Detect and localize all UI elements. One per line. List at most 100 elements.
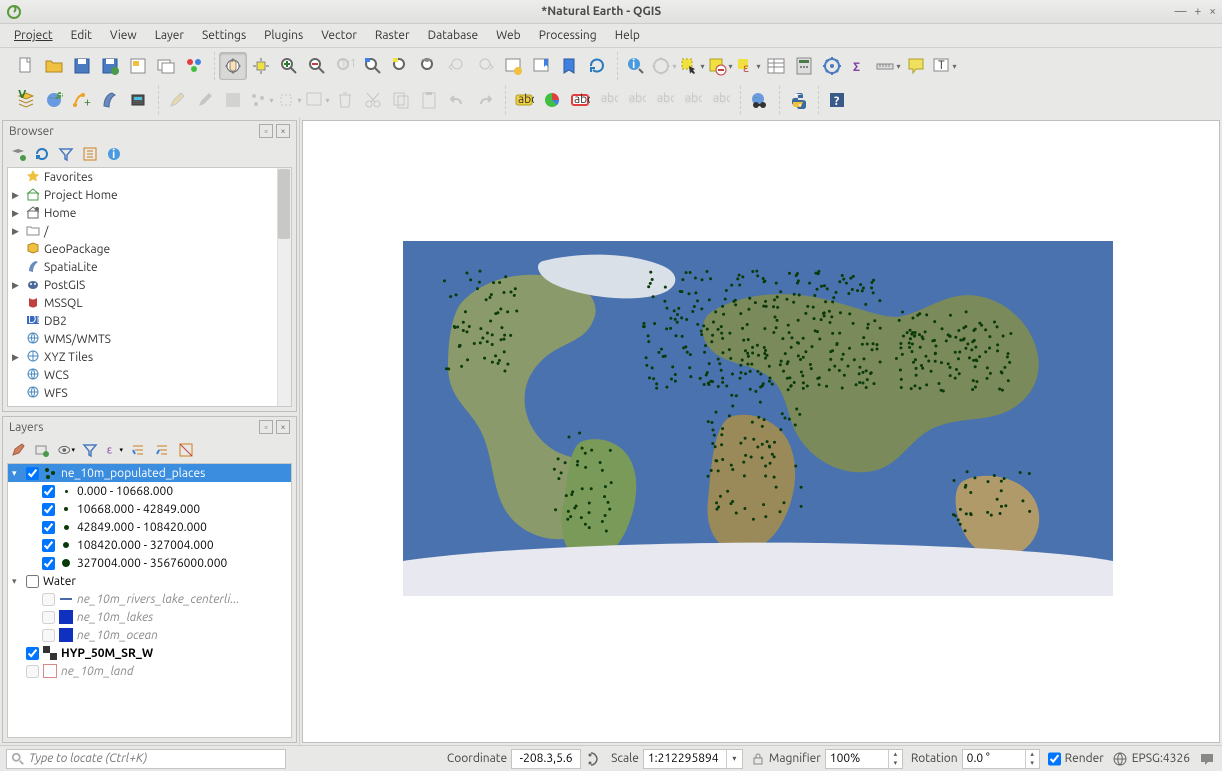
- layer-styling-icon[interactable]: [9, 441, 27, 459]
- filter-expression-icon[interactable]: ε▾: [105, 441, 123, 459]
- open-project-icon[interactable]: [40, 52, 68, 80]
- magnifier-value[interactable]: [826, 750, 888, 768]
- diagram-icon[interactable]: [538, 86, 566, 114]
- menu-edit[interactable]: Edit: [63, 27, 100, 44]
- coordinate-value[interactable]: [511, 749, 581, 769]
- save-edits-icon[interactable]: [191, 86, 219, 114]
- layer-row[interactable]: 42849.000 - 108420.000: [8, 518, 291, 536]
- menu-project[interactable]: Project: [6, 27, 61, 44]
- help-icon[interactable]: ?: [823, 86, 851, 114]
- identify-icon[interactable]: i: [622, 52, 650, 80]
- layer-row[interactable]: 10668.000 - 42849.000: [8, 500, 291, 518]
- add-group-icon[interactable]: [33, 441, 51, 459]
- layer-row[interactable]: ne_10m_lakes: [8, 608, 291, 626]
- layer-row[interactable]: 327004.000 - 35676000.000: [8, 554, 291, 572]
- browser-close-button[interactable]: ×: [276, 124, 290, 138]
- messages-icon[interactable]: [1198, 750, 1216, 768]
- zoom-last-icon[interactable]: [443, 52, 471, 80]
- pin-labels-icon[interactable]: abc: [594, 86, 622, 114]
- add-layer-icon[interactable]: [9, 145, 27, 163]
- layer-row[interactable]: ne_10m_land: [8, 662, 291, 680]
- move-label-icon[interactable]: abc: [650, 86, 678, 114]
- paste-features-icon[interactable]: [415, 86, 443, 114]
- show-bookmarks-icon[interactable]: [555, 52, 583, 80]
- layer-checkbox[interactable]: [42, 521, 55, 534]
- zoom-to-selection-icon[interactable]: [387, 52, 415, 80]
- zoom-next-icon[interactable]: [471, 52, 499, 80]
- select-features-icon[interactable]: ▾: [678, 52, 706, 80]
- open-attribute-table-icon[interactable]: [762, 52, 790, 80]
- layer-row[interactable]: ne_10m_rivers_lake_centerli...: [8, 590, 291, 608]
- refresh-icon[interactable]: [583, 52, 611, 80]
- layout-manager-icon[interactable]: [152, 52, 180, 80]
- layers-close-button[interactable]: ×: [276, 420, 290, 434]
- delete-selected-icon[interactable]: [331, 86, 359, 114]
- layer-checkbox[interactable]: [42, 611, 55, 624]
- layer-checkbox[interactable]: [26, 647, 39, 660]
- layer-checkbox[interactable]: [42, 557, 55, 570]
- run-action-icon[interactable]: ▾: [650, 52, 678, 80]
- text-annotation-icon[interactable]: T▾: [930, 52, 958, 80]
- new-print-layout-icon[interactable]: [124, 52, 152, 80]
- browser-item-wfs[interactable]: WFS: [8, 384, 291, 402]
- browser-refresh-icon[interactable]: [33, 145, 51, 163]
- render-checkbox[interactable]: [1048, 749, 1061, 769]
- browser-detach-button[interactable]: ▫: [259, 124, 273, 138]
- new-virtual-layer-icon[interactable]: [96, 86, 124, 114]
- menu-layer[interactable]: Layer: [147, 27, 192, 44]
- browser-item-project-home[interactable]: ▶Project Home: [8, 186, 291, 204]
- menu-plugins[interactable]: Plugins: [256, 27, 311, 44]
- save-project-as-icon[interactable]: [96, 52, 124, 80]
- browser-tree[interactable]: Favorites▶Project Home▶Home▶/GeoPackageS…: [7, 167, 292, 407]
- extents-toggle-icon[interactable]: [585, 750, 603, 768]
- rotation-down-icon[interactable]: ▾: [1025, 759, 1039, 768]
- menu-help[interactable]: Help: [607, 27, 648, 44]
- new-bookmark-icon[interactable]: [527, 52, 555, 80]
- add-vector-layer-icon[interactable]: V: [12, 86, 40, 114]
- menu-view[interactable]: View: [102, 27, 145, 44]
- zoom-out-icon[interactable]: [303, 52, 331, 80]
- scale-dropdown-icon[interactable]: ▾: [726, 750, 742, 768]
- change-label-icon[interactable]: abc: [706, 86, 734, 114]
- new-map-view-icon[interactable]: [499, 52, 527, 80]
- lock-icon[interactable]: [751, 752, 765, 766]
- new-shapefile-icon[interactable]: +: [68, 86, 96, 114]
- browser-item-postgis[interactable]: ▶PostGIS: [8, 276, 291, 294]
- select-by-expression-icon[interactable]: ε▾: [734, 52, 762, 80]
- browser-item-db2[interactable]: DB2DB2: [8, 312, 291, 330]
- layer-row[interactable]: ▾ne_10m_populated_places: [8, 464, 291, 482]
- zoom-native-icon[interactable]: 1:1: [331, 52, 359, 80]
- scale-combo[interactable]: ▾: [643, 749, 743, 769]
- move-feature-icon[interactable]: ▾: [275, 86, 303, 114]
- remove-layer-icon[interactable]: [177, 441, 195, 459]
- browser-item-home[interactable]: ▶Home: [8, 204, 291, 222]
- layer-checkbox[interactable]: [26, 467, 39, 480]
- layer-row[interactable]: ne_10m_ocean: [8, 626, 291, 644]
- layers-tree[interactable]: ▾ne_10m_populated_places0.000 - 10668.00…: [7, 463, 292, 738]
- layer-checkbox[interactable]: [42, 539, 55, 552]
- python-console-icon[interactable]: [784, 86, 812, 114]
- layer-checkbox[interactable]: [42, 503, 55, 516]
- browser-scrollbar[interactable]: [277, 168, 291, 406]
- manage-visibility-icon[interactable]: ▾: [57, 441, 75, 459]
- collapse-all-icon[interactable]: [153, 441, 171, 459]
- style-manager-icon[interactable]: [180, 52, 208, 80]
- magnifier-down-icon[interactable]: ▾: [888, 759, 902, 768]
- zoom-full-icon[interactable]: [359, 52, 387, 80]
- cut-features-icon[interactable]: [359, 86, 387, 114]
- browser-item-favorites[interactable]: Favorites: [8, 168, 291, 186]
- redo-icon[interactable]: [471, 86, 499, 114]
- save-layer-edits-icon[interactable]: [219, 86, 247, 114]
- rotate-label-icon[interactable]: abc: [678, 86, 706, 114]
- rotation-value[interactable]: [963, 750, 1025, 768]
- locator-search[interactable]: [6, 749, 286, 769]
- label-highlight-icon[interactable]: abc: [566, 86, 594, 114]
- map-tips-icon[interactable]: [902, 52, 930, 80]
- map-canvas[interactable]: [302, 120, 1220, 743]
- menu-raster[interactable]: Raster: [367, 27, 418, 44]
- pan-to-selection-icon[interactable]: [247, 52, 275, 80]
- layer-row[interactable]: 0.000 - 10668.000: [8, 482, 291, 500]
- field-calculator-icon[interactable]: [790, 52, 818, 80]
- layer-checkbox[interactable]: [26, 665, 39, 678]
- zoom-in-icon[interactable]: [275, 52, 303, 80]
